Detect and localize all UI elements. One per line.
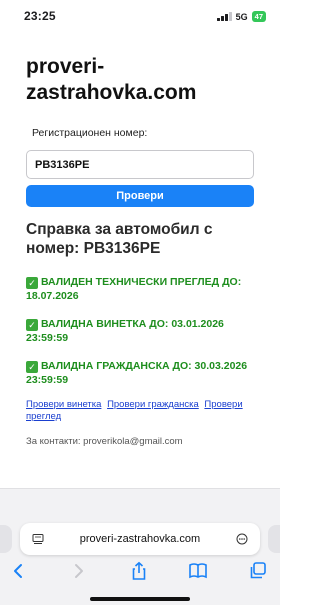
reg-number-input[interactable] bbox=[26, 150, 254, 179]
browser-toolbar bbox=[0, 559, 280, 583]
status-inspection-text: ВАЛИДЕН ТЕХНИЧЕСКИ ПРЕГЛЕД ДО: 18.07.202… bbox=[26, 276, 242, 302]
status-inspection: ✓ ВАЛИДЕН ТЕХНИЧЕСКИ ПРЕГЛЕД ДО: 18.07.20… bbox=[26, 275, 266, 303]
status-time: 23:25 bbox=[24, 9, 56, 23]
battery-icon: 47 bbox=[251, 11, 266, 22]
address-bar[interactable]: proveri-zastrahovka.com bbox=[20, 523, 260, 555]
link-check-vignette[interactable]: Провери винетка bbox=[26, 399, 101, 410]
checkmark-icon: ✓ bbox=[26, 319, 38, 331]
status-vignette-text: ВАЛИДНА ВИНЕТКА ДО: 03.01.2026 23:59:59 bbox=[26, 318, 224, 344]
tabs-icon[interactable] bbox=[248, 561, 268, 581]
bookmarks-icon[interactable] bbox=[188, 561, 208, 581]
link-check-civil-liability[interactable]: Провери гражданска bbox=[107, 399, 199, 410]
home-indicator bbox=[90, 597, 190, 601]
check-button[interactable]: Провери bbox=[26, 185, 254, 207]
network-type: 5G bbox=[235, 11, 248, 22]
share-icon[interactable] bbox=[129, 561, 149, 581]
checkmark-icon: ✓ bbox=[26, 277, 38, 289]
reg-number-label: Регистрационен номер: bbox=[32, 127, 148, 139]
status-vignette: ✓ ВАЛИДНА ВИНЕТКА ДО: 03.01.2026 23:59:59 bbox=[26, 317, 266, 345]
signal-icon bbox=[217, 12, 232, 21]
status-indicators: 5G 47 bbox=[217, 11, 266, 22]
contacts-text: За контакти: proverikola@gmail.com bbox=[26, 436, 183, 447]
status-civil-liability-text: ВАЛИДНА ГРАЖДАНСКА ДО: 30.03.2026 23:59:… bbox=[26, 360, 248, 386]
url-text: proveri-zastrahovka.com bbox=[79, 533, 201, 545]
web-content: proveri-zastrahovka.com Регистрационен н… bbox=[0, 34, 280, 488]
more-icon[interactable] bbox=[236, 533, 248, 545]
previous-tab-preview[interactable] bbox=[0, 525, 12, 553]
checkmark-icon: ✓ bbox=[26, 361, 38, 373]
status-bar: 23:25 5G 47 bbox=[0, 0, 280, 34]
report-heading: Справка за автомобил с номер: PB3136PE bbox=[26, 221, 213, 257]
check-links: Провери винетка Провери гражданска Прове… bbox=[26, 399, 266, 423]
back-icon[interactable] bbox=[9, 561, 29, 581]
forward-icon[interactable] bbox=[68, 561, 88, 581]
site-title: proveri-zastrahovka.com bbox=[26, 55, 197, 104]
next-tab-preview[interactable] bbox=[268, 525, 280, 553]
status-civil-liability: ✓ ВАЛИДНА ГРАЖДАНСКА ДО: 30.03.2026 23:59… bbox=[26, 359, 266, 387]
browser-bar: proveri-zastrahovka.com bbox=[0, 488, 280, 605]
